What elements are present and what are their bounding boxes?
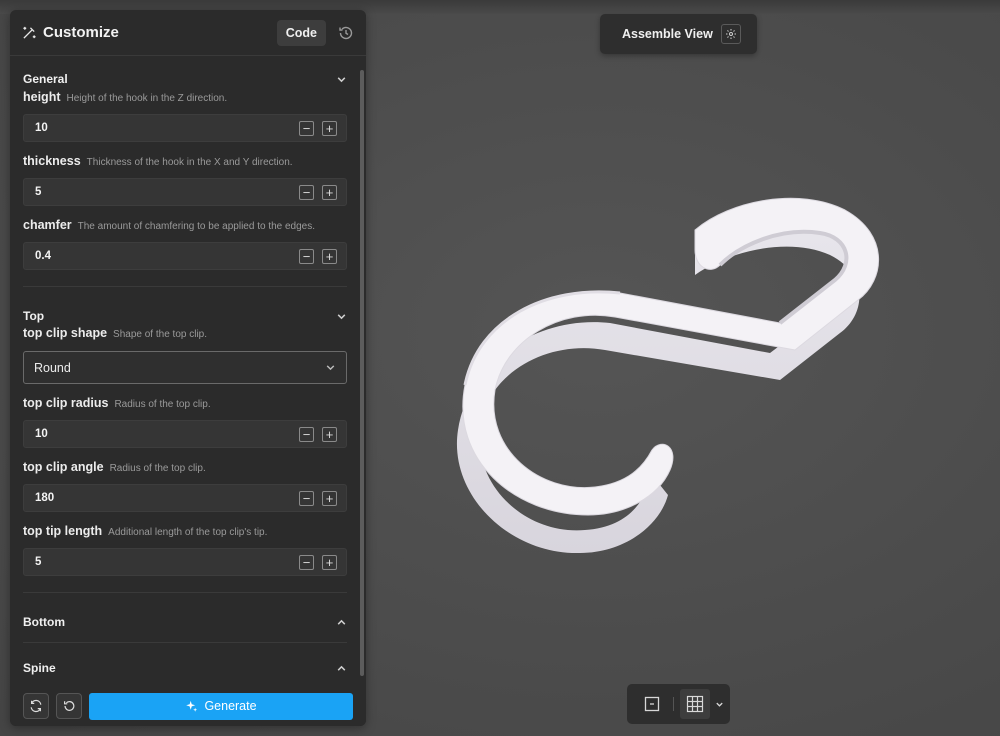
section-top[interactable]: Top: [10, 306, 360, 326]
increment-button[interactable]: +: [322, 426, 337, 442]
toolbar-divider: [673, 697, 674, 711]
section-spine[interactable]: Spine: [10, 658, 360, 678]
generate-button[interactable]: Generate: [89, 692, 353, 720]
field-name: thickness: [23, 154, 81, 168]
refresh-icon: [29, 699, 43, 713]
decrement-button[interactable]: −: [299, 490, 314, 506]
generate-label: Generate: [204, 699, 257, 713]
field-value[interactable]: 5: [35, 556, 299, 568]
frame-icon[interactable]: [637, 689, 667, 719]
chevron-down-icon[interactable]: [336, 74, 347, 85]
customize-panel: Customize Code General height Height of …: [10, 10, 366, 726]
field-name: top tip length: [23, 524, 103, 538]
chamfer-input[interactable]: 0.4 − +: [23, 242, 347, 270]
section-divider: [23, 592, 347, 593]
field-desc: Additional length of the top clip's tip.: [108, 527, 268, 538]
section-divider: [23, 286, 347, 287]
chevron-down-icon[interactable]: [336, 311, 347, 322]
refresh-button[interactable]: [23, 693, 49, 719]
section-bottom[interactable]: Bottom: [10, 612, 360, 632]
chevron-up-icon[interactable]: [336, 663, 347, 674]
assemble-view-button[interactable]: Assemble View: [600, 14, 757, 54]
top-clip-angle-field: top clip angle Radius of the top clip. 1…: [10, 460, 360, 512]
history-icon[interactable]: [338, 25, 354, 41]
thickness-input[interactable]: 5 − +: [23, 178, 347, 206]
sparkle-icon: [185, 700, 198, 713]
section-spine-label: Spine: [23, 661, 56, 675]
panel-header: Customize Code: [10, 10, 366, 56]
settings-scroll[interactable]: General height Height of the hook in the…: [10, 57, 360, 682]
chevron-down-icon: [325, 362, 336, 373]
decrement-button[interactable]: −: [299, 248, 314, 264]
top-clip-shape-field: top clip shape Shape of the top clip. Ro…: [10, 326, 360, 384]
increment-button[interactable]: +: [322, 184, 337, 200]
top-clip-radius-field: top clip radius Radius of the top clip. …: [10, 396, 360, 448]
increment-button[interactable]: +: [322, 120, 337, 136]
section-top-label: Top: [23, 309, 45, 323]
hook-model[interactable]: [430, 175, 900, 575]
field-desc: The amount of chamfering to be applied t…: [77, 221, 316, 232]
panel-title: Customize: [43, 24, 119, 41]
field-value[interactable]: 10: [35, 428, 299, 440]
field-desc: Radius of the top clip.: [114, 399, 211, 410]
assemble-view-label: Assemble View: [622, 27, 713, 41]
top-tip-length-input[interactable]: 5 − +: [23, 548, 347, 576]
increment-button[interactable]: +: [322, 248, 337, 264]
select-value: Round: [34, 360, 71, 375]
field-name: top clip radius: [23, 396, 109, 410]
thickness-field: thickness Thickness of the hook in the X…: [10, 154, 360, 206]
decrement-button[interactable]: −: [299, 554, 314, 570]
top-clip-angle-input[interactable]: 180 − +: [23, 484, 347, 512]
chamfer-field: chamfer The amount of chamfering to be a…: [10, 218, 360, 270]
increment-button[interactable]: +: [322, 490, 337, 506]
customize-wand-icon: [22, 25, 37, 40]
section-bottom-label: Bottom: [23, 615, 65, 629]
field-desc: Thickness of the hook in the X and Y dir…: [86, 157, 293, 168]
view-toolbar: [627, 684, 730, 724]
decrement-button[interactable]: −: [299, 426, 314, 442]
section-general[interactable]: General: [10, 69, 360, 89]
field-name: chamfer: [23, 218, 72, 232]
chevron-down-icon[interactable]: [710, 689, 728, 719]
increment-button[interactable]: +: [322, 554, 337, 570]
undo-button[interactable]: [56, 693, 82, 719]
undo-icon: [62, 699, 76, 713]
field-name: top clip angle: [23, 460, 104, 474]
height-field: height Height of the hook in the Z direc…: [10, 90, 360, 142]
field-name: height: [23, 90, 61, 104]
field-value[interactable]: 10: [35, 122, 299, 134]
top-tip-length-field: top tip length Additional length of the …: [10, 524, 360, 576]
field-desc: Height of the hook in the Z direction.: [66, 93, 228, 104]
field-desc: Radius of the top clip.: [109, 463, 206, 474]
height-input[interactable]: 10 − +: [23, 114, 347, 142]
field-desc: Shape of the top clip.: [113, 329, 208, 340]
code-button[interactable]: Code: [276, 19, 326, 46]
field-value[interactable]: 180: [35, 492, 299, 504]
decrement-button[interactable]: −: [299, 120, 314, 136]
section-divider: [23, 642, 347, 643]
scrollbar[interactable]: [360, 70, 364, 676]
chevron-up-icon[interactable]: [336, 617, 347, 628]
field-value[interactable]: 0.4: [35, 250, 299, 262]
gear-icon[interactable]: [720, 24, 741, 44]
panel-footer: Generate: [10, 686, 366, 726]
field-name: top clip shape: [23, 326, 108, 340]
section-general-label: General: [23, 72, 68, 86]
top-clip-shape-select[interactable]: Round: [23, 351, 347, 384]
field-value[interactable]: 5: [35, 186, 299, 198]
grid-icon[interactable]: [680, 689, 710, 719]
top-clip-radius-input[interactable]: 10 − +: [23, 420, 347, 448]
decrement-button[interactable]: −: [299, 184, 314, 200]
